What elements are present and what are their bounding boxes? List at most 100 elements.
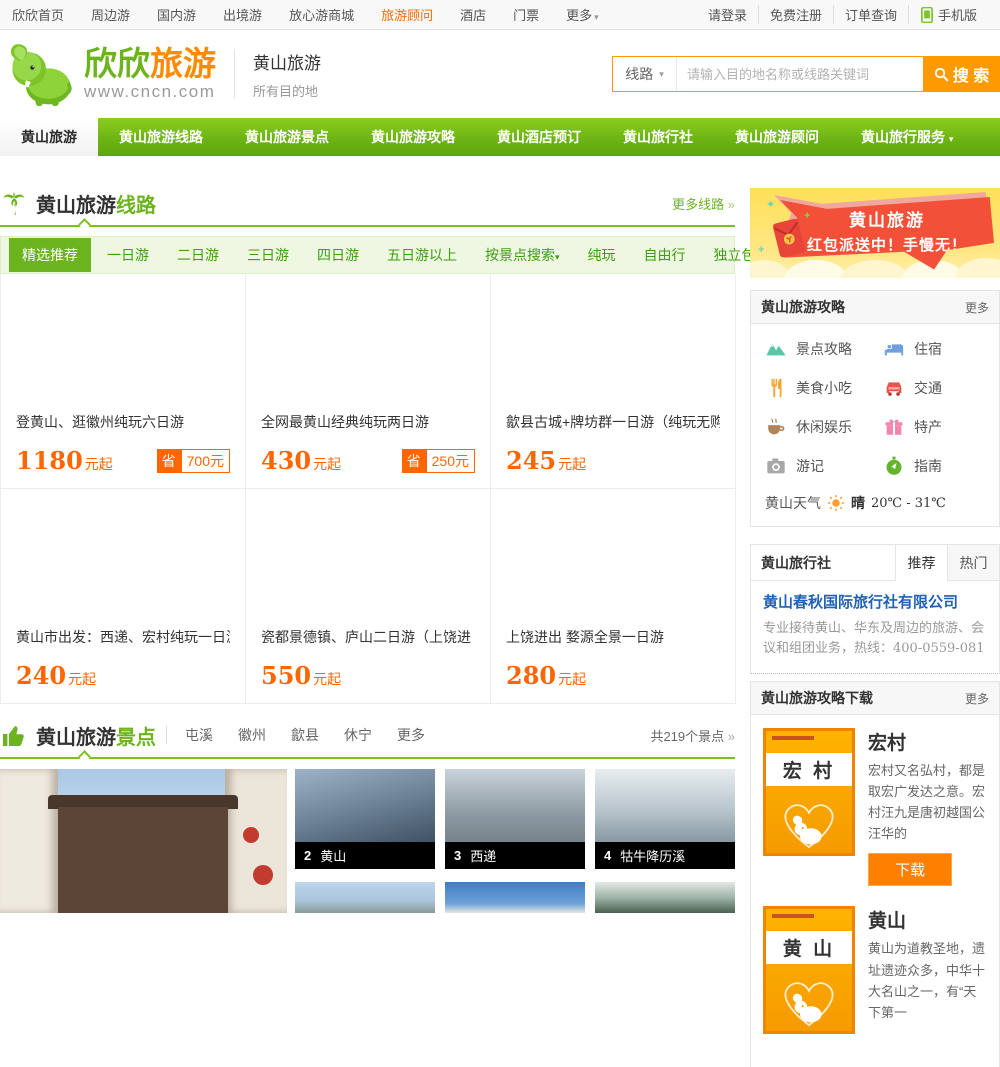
- guidebook-name[interactable]: 宏村: [868, 728, 987, 755]
- filter-1day[interactable]: 一日游: [107, 245, 149, 265]
- agency-name-link[interactable]: 黄山春秋国际旅行社有限公司: [763, 591, 987, 612]
- guidebook-cover[interactable]: 宏 村: [763, 728, 855, 857]
- sparkle-icon: +: [804, 210, 811, 222]
- spot-photo[interactable]: [295, 882, 435, 913]
- topbar-link-ticket[interactable]: 门票: [513, 5, 539, 24]
- search-input[interactable]: [677, 57, 923, 91]
- more-lines-link[interactable]: 更多线路 »: [672, 194, 735, 213]
- guidebook-description: 宏村又名弘村，都是取宏广发达之意。宏村汪九是唐初越国公汪华的: [868, 763, 986, 842]
- guide-item-travelogue[interactable]: 游记: [765, 455, 883, 477]
- tour-card[interactable]: 登黄山、逛徽州纯玩六日游 1180 元起 省 700元: [1, 274, 246, 489]
- download-box-title: 黄山旅游攻略下载: [761, 690, 873, 707]
- spot-filter-xiuning[interactable]: 休宁: [344, 725, 372, 745]
- nav-tab-agency[interactable]: 黄山旅行社: [602, 118, 714, 156]
- main-nav: 黄山旅游 黄山旅游线路 黄山旅游景点 黄山旅游攻略 黄山酒店预订 黄山旅行社 黄…: [0, 118, 1000, 156]
- guide-item-leisure[interactable]: 休闲娱乐: [765, 416, 883, 438]
- guide-item-manual[interactable]: 指南: [883, 455, 987, 477]
- filter-5day-plus[interactable]: 五日游以上: [387, 245, 457, 265]
- filter-3day[interactable]: 三日游: [247, 245, 289, 265]
- download-more-link[interactable]: 更多: [965, 690, 989, 707]
- all-destinations-link[interactable]: 所有目的地: [253, 81, 321, 100]
- price: 1180: [16, 446, 83, 475]
- weather-temperature: 20℃ - 31℃: [871, 495, 946, 511]
- filter-4day[interactable]: 四日游: [317, 245, 359, 265]
- price: 550: [261, 661, 312, 690]
- tour-card[interactable]: 歙县古城+牌坊群一日游（纯玩无购 245 元起: [491, 274, 736, 489]
- spot-photo[interactable]: 3 西递: [445, 769, 585, 869]
- red-packet-promo-banner[interactable]: 黄山旅游 红包派送中！手慢无！ ✦ + +: [750, 188, 1000, 278]
- spot-filter-huizhou[interactable]: 徽州: [238, 725, 266, 745]
- filter-featured[interactable]: 精选推荐: [9, 238, 91, 272]
- cncn-elephant-logo[interactable]: [2, 34, 82, 114]
- filter-pure-play[interactable]: 纯玩: [588, 245, 616, 265]
- nav-tab-guide[interactable]: 黄山旅游攻略: [350, 118, 476, 156]
- download-button[interactable]: 下载: [868, 853, 953, 887]
- nav-tab-lines[interactable]: 黄山旅游线路: [98, 118, 224, 156]
- guide-item-transport[interactable]: 交通: [883, 377, 987, 399]
- mobile-version-link[interactable]: 手机版: [907, 5, 988, 24]
- nav-tab-hotel[interactable]: 黄山酒店预订: [476, 118, 602, 156]
- filter-by-spot[interactable]: 按景点搜索▾: [485, 245, 560, 265]
- mountains-icon: [766, 343, 786, 356]
- spot-filter-tunxi[interactable]: 屯溪: [185, 725, 213, 745]
- spots-title: 黄山旅游: [36, 726, 116, 749]
- topbar-link-mall[interactable]: 放心游商城: [289, 5, 354, 24]
- guide-more-link[interactable]: 更多: [965, 299, 989, 316]
- spot-filter-more[interactable]: 更多: [397, 725, 425, 745]
- header-divider: [234, 49, 235, 99]
- topbar-link-home[interactable]: 欣欣首页: [12, 5, 64, 24]
- search-category-select[interactable]: 线路 ▾: [613, 57, 677, 91]
- tour-image: [261, 274, 475, 412]
- spot-photo[interactable]: [445, 882, 585, 913]
- guide-item-food[interactable]: 美食小吃: [765, 377, 883, 399]
- filter-free-travel[interactable]: 自由行: [644, 245, 686, 265]
- chevron-down-icon: ▾: [659, 68, 664, 79]
- agency-description: 专业接待黄山、华东及周边的旅游、会议和组团业务，热线：400-0559-081: [763, 620, 985, 657]
- cover-header-bar: [772, 914, 814, 919]
- agency-tab-recommended[interactable]: 推荐: [895, 545, 947, 581]
- guidebook-cover[interactable]: 黄 山: [763, 906, 855, 1035]
- utensils-icon: [771, 378, 782, 398]
- brand-block[interactable]: 欣欣旅游 www.cncn.com: [84, 46, 216, 102]
- nav-tab-spots[interactable]: 黄山旅游景点: [224, 118, 350, 156]
- spot-photo[interactable]: 4 牯牛降历溪: [595, 769, 735, 869]
- spot-photo[interactable]: [595, 882, 735, 913]
- top-utility-bar: 欣欣首页 周边游 国内游 出境游 放心游商城 旅游顾问 酒店 门票 更多 ▾ 请登…: [0, 0, 1000, 30]
- nav-tab-service[interactable]: 黄山旅行服务 ▾: [840, 118, 974, 156]
- topbar-link-domestic[interactable]: 国内游: [157, 5, 196, 24]
- tour-card[interactable]: 瓷都景德镇、庐山二日游（上饶进 550 元起: [246, 489, 491, 704]
- tour-card[interactable]: 黄山市出发：西递、宏村纯玩一日游 240 元起: [1, 489, 246, 704]
- tour-card[interactable]: 全网最黄山经典纯玩两日游 430 元起 省 250元: [246, 274, 491, 489]
- price: 280: [506, 661, 557, 690]
- guidebook-name[interactable]: 黄山: [868, 906, 987, 933]
- register-link[interactable]: 免费注册: [757, 5, 833, 24]
- agency-tab-hot[interactable]: 热门: [947, 545, 999, 580]
- banner-line1: 黄山旅游: [849, 211, 925, 230]
- spot-photo[interactable]: 2 黄山: [295, 769, 435, 869]
- topbar-link-outbound[interactable]: 出境游: [223, 5, 262, 24]
- topbar-link-nearby[interactable]: 周边游: [91, 5, 130, 24]
- topbar-link-consultant[interactable]: 旅游顾问: [381, 5, 433, 24]
- guide-item-specialty[interactable]: 特产: [883, 416, 987, 438]
- spot-count-link[interactable]: 共219个景点 »: [650, 726, 735, 745]
- photo-caption: 2 黄山: [295, 842, 435, 869]
- spot-filter-shexian[interactable]: 歙县: [291, 725, 319, 745]
- chevron-down-icon: ▾: [948, 134, 954, 144]
- spot-photo-large[interactable]: [0, 769, 287, 913]
- topbar-link-hotel[interactable]: 酒店: [460, 5, 486, 24]
- search-button[interactable]: 搜 索: [923, 57, 999, 91]
- download-box: 黄山旅游攻略下载 更多 宏 村 宏村 宏村又名弘村，都是取宏广发达之意。宏村汪九…: [750, 681, 1000, 1067]
- order-query-link[interactable]: 订单查询: [832, 5, 908, 24]
- nav-tab-consultant[interactable]: 黄山旅游顾问: [714, 118, 840, 156]
- brand-name-green: 欣欣: [84, 45, 150, 82]
- guide-item-spots[interactable]: 景点攻略: [765, 338, 883, 360]
- price: 245: [506, 446, 557, 475]
- login-link[interactable]: 请登录: [697, 5, 758, 24]
- topbar-link-more[interactable]: 更多 ▾: [566, 5, 599, 24]
- divider: [166, 726, 167, 744]
- nav-tab-huangshan[interactable]: 黄山旅游: [0, 118, 98, 156]
- coffee-cup-icon: [768, 418, 785, 435]
- guide-item-lodging[interactable]: 住宿: [883, 338, 987, 360]
- filter-2day[interactable]: 二日游: [177, 245, 219, 265]
- tour-card[interactable]: 上饶进出 婺源全景一日游 280 元起: [491, 489, 736, 704]
